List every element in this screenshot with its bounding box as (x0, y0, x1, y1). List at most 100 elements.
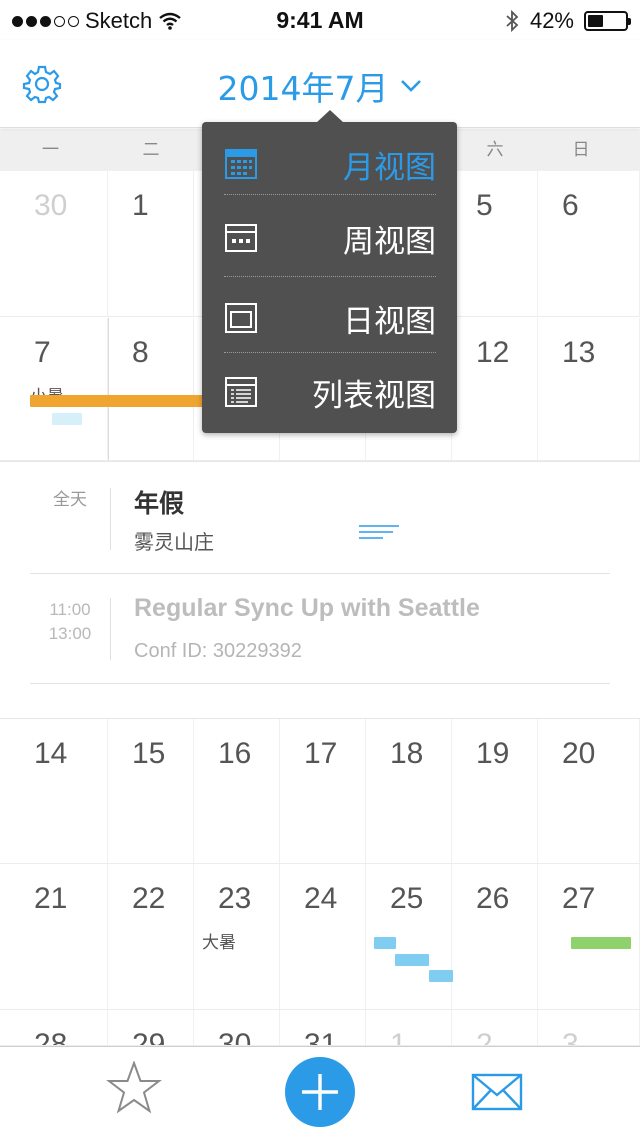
day-number: 14 (34, 737, 68, 770)
day-number: 19 (476, 737, 510, 770)
day-cell[interactable]: 23 大暑 (194, 864, 280, 1009)
chevron-down-icon (401, 80, 422, 92)
event-time: 全天 (53, 490, 87, 509)
add-event-button[interactable] (285, 1057, 355, 1127)
menu-item-week-view[interactable]: 周视图 (224, 208, 436, 268)
solar-term-label: 大暑 (202, 933, 236, 953)
day-cell[interactable]: 15 (108, 719, 194, 863)
day-number: 21 (34, 882, 68, 915)
event-marker[interactable] (395, 954, 429, 966)
day-number: 1 (132, 189, 149, 222)
battery-fill (588, 15, 604, 27)
day-number: 16 (218, 737, 252, 770)
day-number: 26 (476, 882, 510, 915)
day-cell[interactable]: 3 (538, 1010, 640, 1045)
week-view-icon (225, 224, 257, 252)
holiday-event-bar[interactable] (30, 395, 230, 407)
menu-item-label: 日视图 (343, 303, 436, 340)
day-cell[interactable]: 16 (194, 719, 280, 863)
day-cell[interactable]: 8 (108, 318, 194, 460)
event-location: 雾灵山庄 (134, 530, 214, 554)
month-view-icon (225, 149, 257, 179)
day-number: 5 (476, 189, 493, 222)
day-cell[interactable]: 30 (0, 171, 108, 316)
event-marker[interactable] (52, 413, 82, 425)
event-item[interactable]: 11:00 13:00 Regular Sync Up with Seattle… (30, 594, 610, 684)
day-number: 25 (390, 882, 424, 915)
day-cell[interactable]: 29 (108, 1010, 194, 1045)
day-number: 29 (132, 1028, 166, 1046)
day-number: 18 (390, 737, 424, 770)
day-cell[interactable]: 24 (280, 864, 366, 1009)
divider (110, 488, 111, 550)
event-notes-icon (359, 525, 399, 539)
event-title: Regular Sync Up with Seattle (134, 594, 480, 622)
day-cell[interactable]: 28 (0, 1010, 108, 1045)
day-cell[interactable]: 20 (538, 719, 640, 863)
day-cell[interactable]: 6 (538, 171, 640, 316)
day-number: 3 (562, 1028, 579, 1046)
menu-item-label: 列表视图 (312, 377, 436, 414)
day-cell[interactable]: 18 (366, 719, 452, 863)
list-view-icon (225, 377, 257, 407)
day-cell[interactable]: 19 (452, 719, 538, 863)
day-cell[interactable]: 21 (0, 864, 108, 1009)
event-time: 11:00 13:00 (48, 600, 92, 643)
day-number: 20 (562, 737, 596, 770)
menu-item-label: 月视图 (343, 149, 436, 186)
day-cell[interactable]: 5 (452, 171, 538, 316)
menu-item-month-view[interactable]: 月视图 (224, 134, 436, 194)
day-number: 23 (218, 882, 252, 915)
day-number: 30 (218, 1028, 252, 1046)
day-cell[interactable]: 2 (452, 1010, 538, 1045)
battery-percent: 42% (529, 8, 574, 33)
status-right: 42% (504, 8, 631, 34)
event-marker[interactable] (429, 970, 453, 982)
day-number: 13 (562, 336, 596, 369)
event-title: 年假 (134, 489, 185, 518)
mail-icon[interactable] (471, 1073, 523, 1111)
day-number: 28 (34, 1028, 68, 1046)
day-cell[interactable]: 31 (280, 1010, 366, 1045)
day-cell[interactable]: 7小暑 (0, 318, 108, 460)
menu-item-list-view[interactable]: 列表视图 (224, 362, 436, 422)
day-cell[interactable]: 1 (366, 1010, 452, 1045)
menu-divider (224, 194, 436, 195)
day-cell[interactable]: 14 (0, 719, 108, 863)
day-number: 27 (562, 882, 596, 915)
weekday-label: 一 (42, 140, 59, 160)
day-cell[interactable]: 13 (538, 318, 640, 460)
event-item[interactable]: 全天 年假 雾灵山庄 (30, 488, 610, 574)
star-icon[interactable] (106, 1061, 162, 1115)
menu-item-label: 周视图 (343, 223, 436, 260)
day-cell[interactable]: 30 (194, 1010, 280, 1045)
event-marker[interactable] (374, 937, 396, 949)
day-cell[interactable]: 17 (280, 719, 366, 863)
week-row: 28 29 30 31 1 2 3 (0, 1010, 640, 1046)
menu-divider (224, 276, 436, 277)
status-bar: Sketch 9:41 AM 42% (0, 0, 640, 40)
day-number: 1 (390, 1028, 407, 1046)
menu-divider (224, 352, 436, 353)
day-number: 2 (476, 1028, 493, 1046)
day-cell[interactable]: 26 (452, 864, 538, 1009)
weekday-label: 日 (572, 140, 590, 160)
month-title: 2014年7月 (217, 69, 389, 108)
bluetooth-icon (506, 9, 519, 33)
day-number: 6 (562, 189, 579, 222)
menu-item-day-view[interactable]: 日视图 (224, 288, 436, 348)
day-cell[interactable]: 22 (108, 864, 194, 1009)
day-event-list: 全天 年假 雾灵山庄 11:00 13:00 Regular Sync Up w… (0, 461, 640, 719)
day-number: 31 (304, 1028, 338, 1046)
day-cell[interactable]: 12 (452, 318, 538, 460)
day-cell[interactable]: 1 (108, 171, 194, 316)
event-marker[interactable] (571, 937, 631, 949)
day-number: 15 (132, 737, 166, 770)
month-selector[interactable]: 2014年7月 (0, 62, 640, 110)
view-switcher-menu: 月视图 周视图 日视图 列表视图 (202, 110, 457, 433)
day-view-icon (225, 303, 257, 333)
day-number: 7 (34, 336, 51, 369)
week-row: 21 22 23 大暑 24 25 26 27 (0, 864, 640, 1010)
week-row: 14 15 16 17 18 19 20 (0, 719, 640, 864)
battery-icon (584, 11, 631, 31)
